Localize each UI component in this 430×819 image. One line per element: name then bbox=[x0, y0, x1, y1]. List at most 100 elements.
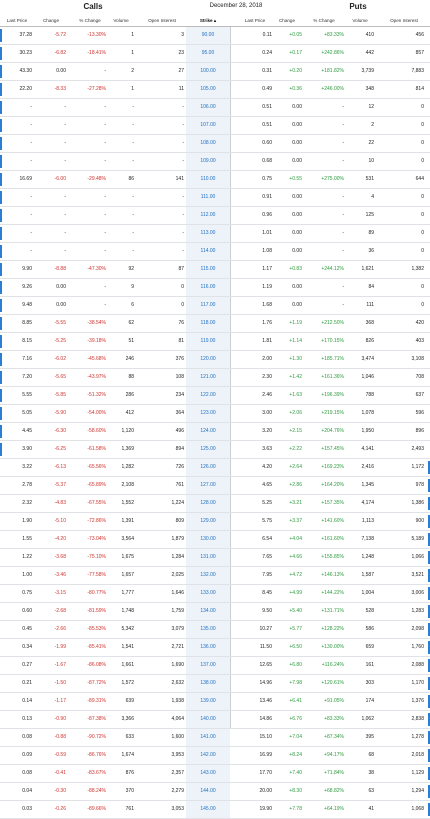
strike-price[interactable]: 133.00 bbox=[188, 590, 228, 596]
table-row[interactable]: 16.69 -6.00 -29.48% 86 141 110.00 0.75 +0.55 +27… bbox=[0, 171, 430, 189]
strike-price[interactable]: 95.00 bbox=[188, 50, 228, 56]
table-row[interactable]: 3.90 -6.25 -61.58% 1,369 894 125.00 3.63 +2.22 +… bbox=[0, 441, 430, 459]
col-strike-sorted[interactable]: Strike ▴ bbox=[188, 18, 228, 24]
strike-price[interactable]: 123.00 bbox=[188, 410, 228, 416]
strike-price[interactable]: 106.00 bbox=[188, 104, 228, 110]
strike-price[interactable]: 125.00 bbox=[188, 446, 228, 452]
table-row[interactable]: 9.90 -8.88 -47.30% 92 87 115.00 1.17 +0.83 +244.… bbox=[0, 261, 430, 279]
table-row[interactable]: 9.26 0.00 - 9 0 116.00 1.19 0.00 - 84 0 bbox=[0, 279, 430, 297]
strike-price[interactable]: 111.00 bbox=[188, 194, 228, 200]
table-row[interactable]: 2.32 -4.83 -67.55% 1,552 1,224 128.00 5.25 +3.2… bbox=[0, 495, 430, 513]
table-row[interactable]: 1.00 -3.46 -77.58% 1,657 2,025 132.00 7.95 +4.7… bbox=[0, 567, 430, 585]
table-row[interactable]: 0.34 -1.99 -85.41% 1,541 2,721 136.00 11.50 +6.… bbox=[0, 639, 430, 657]
strike-price[interactable]: 122.00 bbox=[188, 392, 228, 398]
table-row[interactable]: - - - - -107.00 0.51 0.00-2 0 bbox=[0, 117, 430, 135]
table-row[interactable]: 1.90 -5.10 -72.86% 1,391 809 129.00 5.75 +3.37 +… bbox=[0, 513, 430, 531]
table-row[interactable]: - - - - -114.00 1.08 0.00-36 0 bbox=[0, 243, 430, 261]
strike-price[interactable]: 135.00 bbox=[188, 626, 228, 632]
table-row[interactable]: 1.22 -3.68 -75.10% 1,675 1,284 131.00 7.65 +4.6… bbox=[0, 549, 430, 567]
strike-price[interactable]: 100.00 bbox=[188, 68, 228, 74]
table-row[interactable]: 2.78 -5.37 -65.89% 2,108 761 127.00 4.65 +2.86 +… bbox=[0, 477, 430, 495]
strike-price[interactable]: 129.00 bbox=[188, 518, 228, 524]
strike-price[interactable]: 130.00 bbox=[188, 536, 228, 542]
table-row[interactable]: 0.60 -2.68 -81.59% 1,748 1,759 134.00 9.50 +5.4… bbox=[0, 603, 430, 621]
col-call-change[interactable]: Change bbox=[36, 18, 66, 23]
table-row[interactable]: 30.23 -6.82 -18.41% 1 23 95.00 0.24 +0.17 +242.8… bbox=[0, 45, 430, 63]
table-row[interactable]: 9.48 0.00 - 6 0 117.00 1.68 0.00 - 111 0 bbox=[0, 297, 430, 315]
strike-price[interactable]: 117.00 bbox=[188, 302, 228, 308]
table-row[interactable]: 1.55 -4.20 -73.04% 3,564 1,879 130.00 6.54 +4.0… bbox=[0, 531, 430, 549]
table-row[interactable]: 5.05 -5.90 -54.00% 412 364 123.00 3.00 +2.06 +21… bbox=[0, 405, 430, 423]
strike-price[interactable]: 90.00 bbox=[188, 32, 228, 38]
table-row[interactable]: 0.27 -1.67 -86.08% 1,661 1,690 137.00 12.65 +6.… bbox=[0, 657, 430, 675]
table-row[interactable]: 7.16 -6.02 -45.68% 246 376 120.00 2.00 +1.30 +18… bbox=[0, 351, 430, 369]
table-row[interactable]: 0.08 -0.41 -83.67% 876 2,357 143.00 17.70 +7.40… bbox=[0, 765, 430, 783]
strike-price[interactable]: 131.00 bbox=[188, 554, 228, 560]
table-row[interactable]: 7.20 -5.65 -43.97% 88 108 121.00 2.30 +1.42 +161… bbox=[0, 369, 430, 387]
strike-price[interactable]: 142.00 bbox=[188, 752, 228, 758]
strike-price[interactable]: 108.00 bbox=[188, 140, 228, 146]
table-row[interactable]: - - - - -111.00 0.91 0.00-4 0 bbox=[0, 189, 430, 207]
col-call-volume[interactable]: Volume bbox=[108, 18, 134, 23]
table-row[interactable]: 0.09 -0.59 -86.76% 1,674 3,953 142.00 16.99 +8.… bbox=[0, 747, 430, 765]
table-row[interactable]: 0.45 -2.66 -85.53% 5,342 3,079 135.00 10.27 +5.… bbox=[0, 621, 430, 639]
table-row[interactable]: 3.22 -6.13 -65.56% 1,282 726 126.00 4.20 +2.64 +… bbox=[0, 459, 430, 477]
strike-price[interactable]: 126.00 bbox=[188, 464, 228, 470]
table-row[interactable]: - - - - -113.00 1.01 0.00-89 0 bbox=[0, 225, 430, 243]
strike-price[interactable]: 124.00 bbox=[188, 428, 228, 434]
col-call-open-interest[interactable]: Open Interest bbox=[138, 18, 186, 23]
table-row[interactable]: 8.85 -5.55 -38.54% 62 76 118.00 1.76 +1.19 +212.… bbox=[0, 315, 430, 333]
table-row[interactable]: - - - - -109.00 0.68 0.00-10 0 bbox=[0, 153, 430, 171]
table-row[interactable]: 8.15 -5.25 -39.18% 51 81 119.00 1.81 +1.14 +170.… bbox=[0, 333, 430, 351]
strike-price[interactable]: 118.00 bbox=[188, 320, 228, 326]
strike-price[interactable]: 110.00 bbox=[188, 176, 228, 182]
col-call-pct-change[interactable]: % Change bbox=[72, 18, 108, 23]
table-row[interactable]: 5.55 -5.85 -51.32% 286 234 122.00 2.46 +1.63 +19… bbox=[0, 387, 430, 405]
table-row[interactable]: - - - - -112.00 0.96 0.00-125 0 bbox=[0, 207, 430, 225]
table-row[interactable]: 0.21 -1.50 -87.72% 1,572 2,632 138.00 14.96 +7.… bbox=[0, 675, 430, 693]
strike-price[interactable]: 107.00 bbox=[188, 122, 228, 128]
strike-price[interactable]: 114.00 bbox=[188, 248, 228, 254]
table-row[interactable]: 22.20 -8.33 -27.28% 1 11 105.00 0.49 +0.36 +246.… bbox=[0, 81, 430, 99]
table-row[interactable]: 43.30 0.00 - 2 27 100.00 0.31 +0.20 +181.82% 3,73… bbox=[0, 63, 430, 81]
strike-price[interactable]: 109.00 bbox=[188, 158, 228, 164]
table-row[interactable]: 0.75 -3.15 -80.77% 1,777 1,646 133.00 8.45 +4.9… bbox=[0, 585, 430, 603]
table-row[interactable]: 0.13 -0.90 -87.38% 3,366 4,064 140.00 14.86 +6.… bbox=[0, 711, 430, 729]
table-row[interactable]: 0.04 -0.30 -88.24% 370 2,279 144.00 20.00 +8.30… bbox=[0, 783, 430, 801]
strike-price[interactable]: 137.00 bbox=[188, 662, 228, 668]
strike-price[interactable]: 140.00 bbox=[188, 716, 228, 722]
strike-price[interactable]: 141.00 bbox=[188, 734, 228, 740]
strike-price[interactable]: 112.00 bbox=[188, 212, 228, 218]
strike-price[interactable]: 116.00 bbox=[188, 284, 228, 290]
col-put-pct-change[interactable]: % Change bbox=[304, 18, 344, 23]
strike-price[interactable]: 145.00 bbox=[188, 806, 228, 812]
table-row[interactable]: - - - - -108.00 0.60 0.00-22 0 bbox=[0, 135, 430, 153]
strike-price[interactable]: 115.00 bbox=[188, 266, 228, 272]
strike-price[interactable]: 113.00 bbox=[188, 230, 228, 236]
strike-price[interactable]: 143.00 bbox=[188, 770, 228, 776]
table-row[interactable]: 37.28 -5.72 -13.30% 1 3 90.00 0.11 +0.05 +83.33%… bbox=[0, 27, 430, 45]
strike-price[interactable]: 132.00 bbox=[188, 572, 228, 578]
table-row[interactable]: - - - - -106.00 0.51 0.00-12 0 bbox=[0, 99, 430, 117]
strike-price[interactable]: 139.00 bbox=[188, 698, 228, 704]
table-row[interactable]: 0.14 -1.17 -89.31% 639 1,938 139.00 13.46 +6.41… bbox=[0, 693, 430, 711]
col-put-change[interactable]: Change bbox=[272, 18, 302, 23]
strike-price[interactable]: 120.00 bbox=[188, 356, 228, 362]
col-put-last-price[interactable]: Last Price bbox=[238, 18, 272, 23]
col-put-open-interest[interactable]: Open Interest bbox=[380, 18, 428, 23]
expiration-date[interactable]: December 28, 2018 bbox=[186, 3, 286, 9]
strike-price[interactable]: 105.00 bbox=[188, 86, 228, 92]
table-row[interactable]: 0.03 -0.26 -89.66% 761 3,053 145.00 19.90 +7.78… bbox=[0, 801, 430, 819]
strike-price[interactable]: 128.00 bbox=[188, 500, 228, 506]
table-row[interactable]: 0.08 -0.88 -90.72% 633 1,600 141.00 15.10 +7.04… bbox=[0, 729, 430, 747]
strike-price[interactable]: 121.00 bbox=[188, 374, 228, 380]
strike-price[interactable]: 144.00 bbox=[188, 788, 228, 794]
strike-price[interactable]: 134.00 bbox=[188, 608, 228, 614]
strike-price[interactable]: 127.00 bbox=[188, 482, 228, 488]
col-put-volume[interactable]: Volume bbox=[345, 18, 375, 23]
strike-price[interactable]: 136.00 bbox=[188, 644, 228, 650]
strike-price[interactable]: 138.00 bbox=[188, 680, 228, 686]
table-row[interactable]: 4.45 -6.30 -58.60% 1,120 496 124.00 3.20 +2.15 +… bbox=[0, 423, 430, 441]
col-call-last-price[interactable]: Last Price bbox=[2, 18, 32, 23]
strike-price[interactable]: 119.00 bbox=[188, 338, 228, 344]
